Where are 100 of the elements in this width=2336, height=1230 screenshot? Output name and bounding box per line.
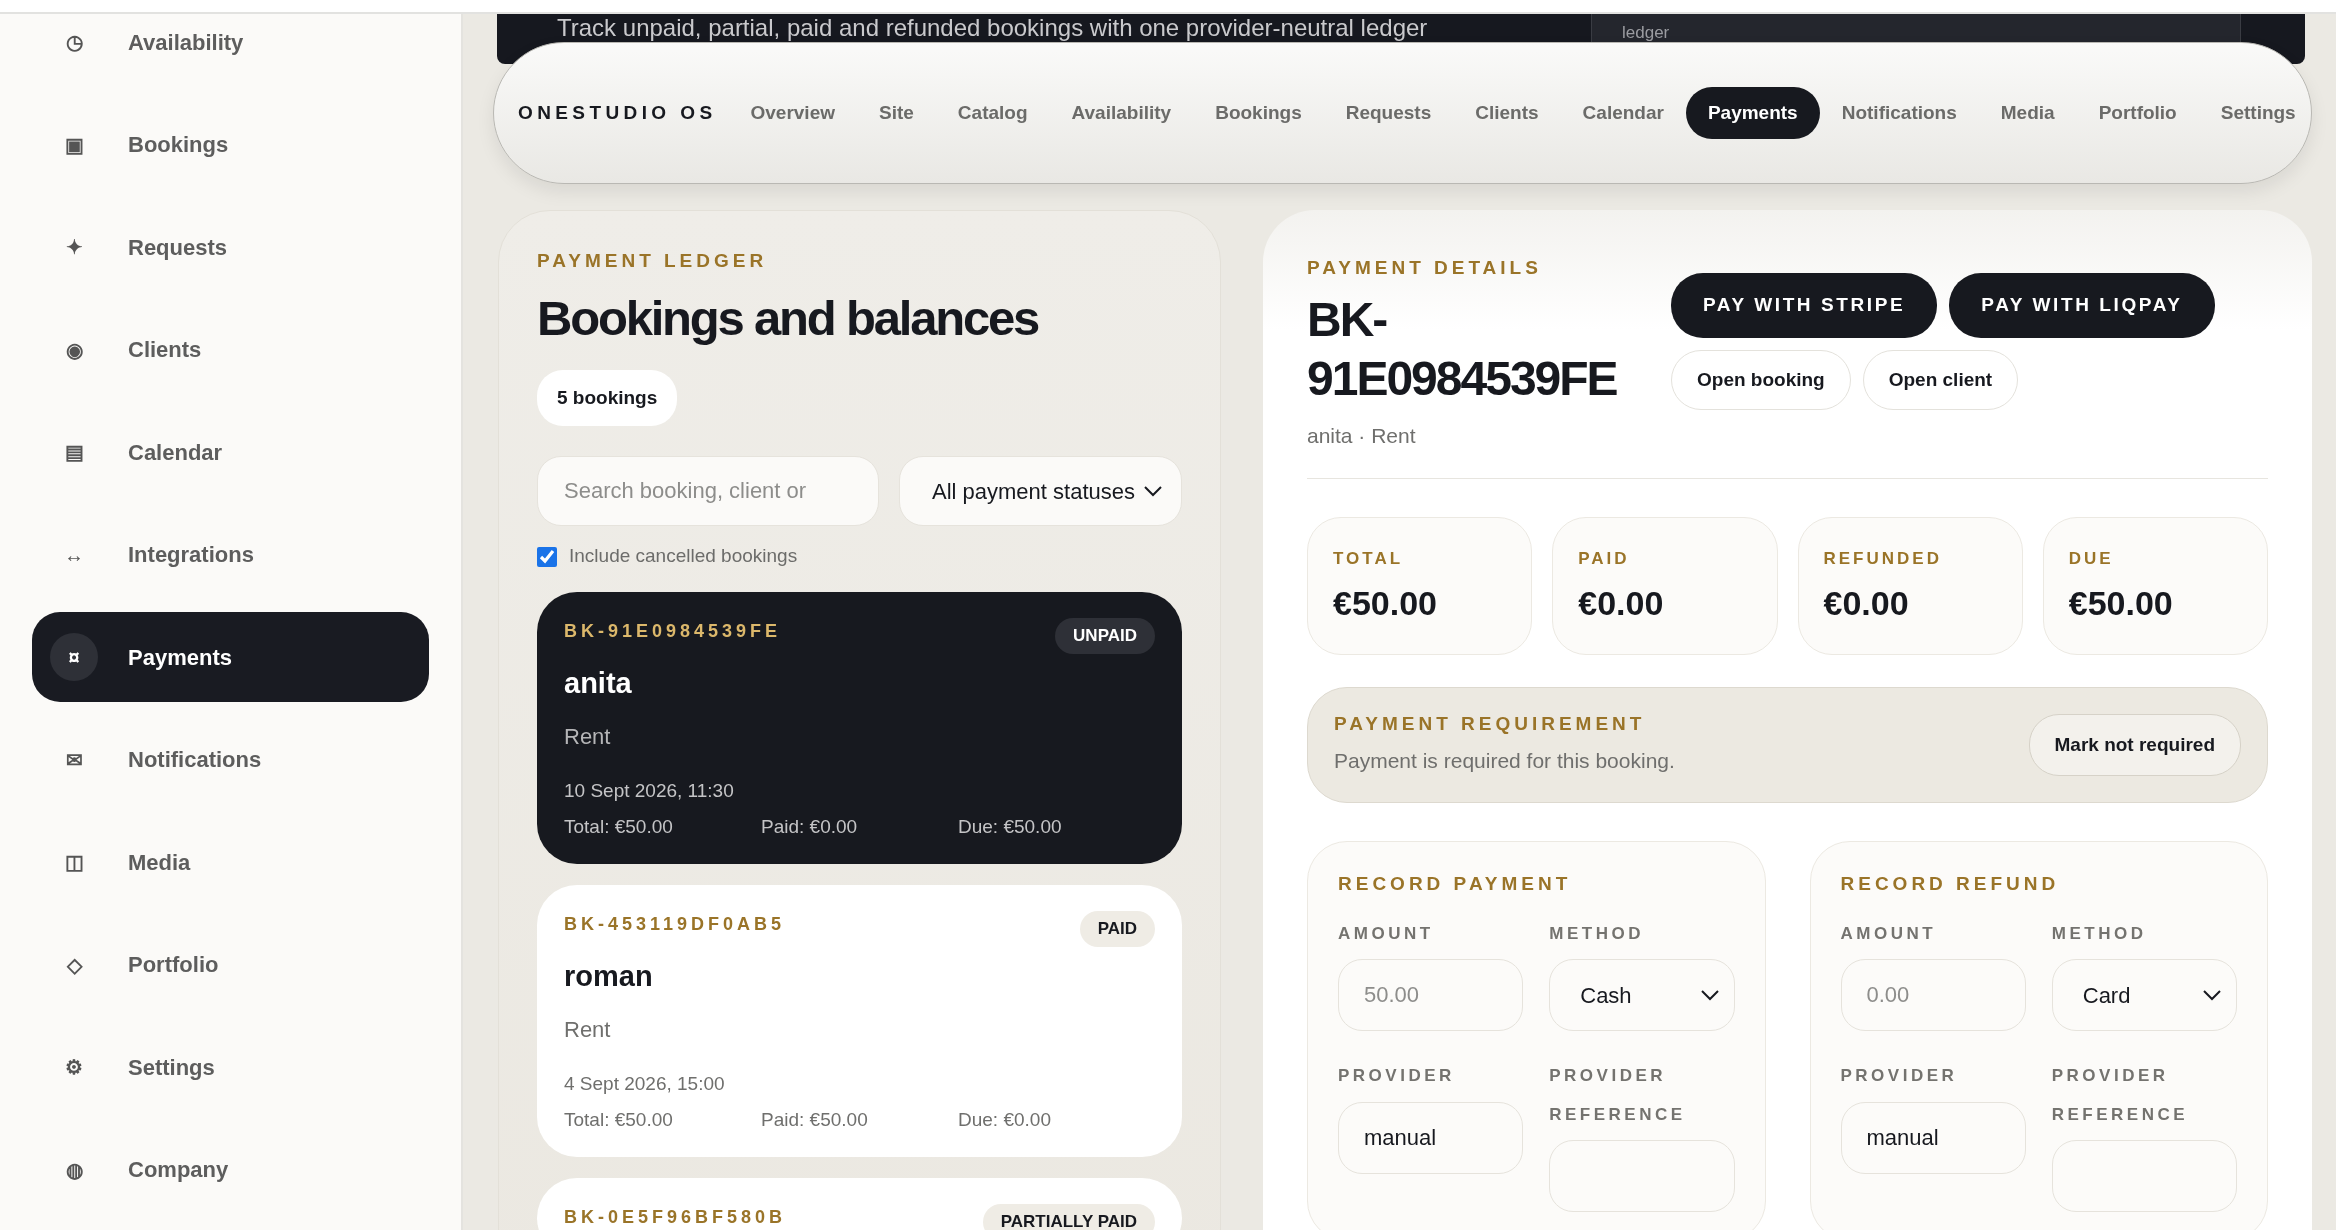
section-eyebrow: PAYMENT REQUIREMENT — [1334, 713, 1647, 733]
nav-tab[interactable]: Requests — [1323, 86, 1454, 140]
nav-tab[interactable]: Bookings — [1193, 86, 1324, 140]
sidebar-icon: ▣ — [50, 120, 98, 169]
client-name: anita — [564, 666, 633, 702]
amount-text: Paid: €50.00 — [761, 1108, 869, 1133]
action-button[interactable]: Open client — [1862, 349, 2019, 410]
sidebar-item[interactable]: ↔ Integrations — [32, 509, 429, 600]
sidebar-item[interactable]: ▣ Bookings — [32, 99, 429, 190]
input-field[interactable]: manual — [1840, 1101, 2026, 1174]
input-field[interactable]: 50.00 — [1338, 959, 1524, 1032]
nav-tab[interactable]: Notifications — [1819, 86, 1979, 140]
sidebar-item[interactable]: ⚙ Settings — [32, 1022, 429, 1112]
booking-subtitle: anita · Rent — [1307, 423, 1417, 450]
sidebar-item[interactable]: ◫ Media — [32, 817, 429, 907]
input-field[interactable]: 0.00 — [1840, 959, 2026, 1032]
amount-text: Due: €50.00 — [958, 815, 1063, 840]
stat-label: DUE — [2068, 547, 2115, 570]
method-select[interactable]: Cash — [1549, 959, 1735, 1032]
checkbox[interactable] — [537, 546, 557, 567]
nav-tab[interactable]: Overview — [728, 86, 857, 140]
section-eyebrow: PAYMENT LEDGER — [537, 251, 769, 270]
section-eyebrow: PAYMENT DETAILS — [1307, 258, 1543, 277]
action-button[interactable]: PAY WITH LIQPAY — [1949, 273, 2215, 338]
sidebar-icon: ◉ — [50, 325, 98, 374]
field-label: PROVIDER REFERENCE — [2051, 1065, 2190, 1126]
sidebar-icon: ◷ — [50, 18, 98, 66]
nav-tab[interactable]: Media — [1978, 86, 2077, 140]
sidebar-icon: ◍ — [50, 1145, 98, 1194]
status-badge: PARTIALLY PAID — [982, 1203, 1155, 1230]
sidebar-icon: ⚙ — [50, 1043, 98, 1091]
nav-tab[interactable]: Site — [857, 86, 936, 140]
sidebar-item[interactable]: ✦ Requests — [32, 202, 429, 292]
nav-tab[interactable]: Payments — [1685, 86, 1820, 140]
nav-tab[interactable]: Portfolio — [2076, 86, 2199, 140]
amount-text: Paid: €0.00 — [761, 815, 859, 840]
nav-tab[interactable]: Catalog — [935, 86, 1050, 140]
sidebar-icon: ¤ — [50, 633, 98, 681]
booking-id: BK-0E5F96BF580B — [564, 1205, 787, 1229]
header-subtitle: Track unpaid, partial, paid and refunded bookings with one provider-neutral ledger — [557, 14, 1428, 43]
nav-tab[interactable]: Calendar — [1560, 86, 1686, 140]
field-label: PROVIDER — [1840, 1065, 1959, 1088]
booking-card[interactable]: BK-0E5F96BF580B PARTIALLY PAID — [537, 1177, 1182, 1230]
field-label: PROVIDER — [1338, 1065, 1456, 1088]
amount-text: Total: €50.00 — [564, 1108, 674, 1133]
sidebar-item[interactable]: ¤ Payments — [32, 612, 429, 702]
search-field[interactable]: Search booking, client or — [537, 456, 879, 527]
sidebar-icon: ✦ — [50, 223, 98, 271]
sidebar-item[interactable]: ◇ Portfolio — [32, 919, 429, 1010]
count-pill: 5 bookings — [537, 369, 678, 427]
chevron-down-icon — [2202, 989, 2222, 1002]
client-name: roman — [564, 959, 654, 995]
requirement-text: Payment is required for this booking. — [1334, 747, 1675, 774]
amount-text: Due: €0.00 — [958, 1108, 1052, 1133]
input-field[interactable] — [1549, 1139, 1735, 1212]
sidebar-item[interactable]: ◷ Availability — [32, 0, 429, 87]
section-title: Bookings and balances — [537, 292, 1040, 346]
nav-tab[interactable]: Clients — [1453, 86, 1561, 140]
form-title: RECORD REFUND — [1840, 874, 2061, 894]
booking-card[interactable]: BK-91E0984539FE UNPAID anita Rent 10 Sept 2026, 11:30 Total: €50.00 Paid: €0.00 Due: €50.00 — [537, 591, 1182, 864]
amount-text: Total: €50.00 — [564, 815, 674, 840]
status-select[interactable]: All payment statuses — [899, 456, 1182, 527]
field-label: METHOD — [2051, 923, 2148, 946]
action-button[interactable]: PAY WITH STRIPE — [1671, 273, 1938, 338]
sidebar-item[interactable]: ▤ Calendar — [32, 407, 429, 497]
status-badge: UNPAID — [1055, 617, 1155, 655]
sidebar-item[interactable]: ◉ Clients — [32, 304, 429, 395]
sidebar-icon: ▤ — [50, 428, 98, 476]
booking-id: BK-91E0984539FE — [564, 619, 782, 643]
field-label: METHOD — [1549, 923, 1645, 946]
sidebar-icon: ↔ — [50, 530, 98, 579]
input-field[interactable]: manual — [1338, 1101, 1524, 1174]
sidebar-icon: ◫ — [50, 838, 98, 886]
stat-label: REFUNDED — [1823, 547, 1943, 570]
sidebar-item[interactable]: ✉ Notifications — [32, 714, 429, 805]
method-select[interactable]: Card — [2051, 959, 2237, 1032]
stat-value: €0.00 — [1578, 585, 1665, 623]
checkbox-label: Include cancelled bookings — [569, 544, 798, 569]
input-field[interactable] — [2051, 1139, 2237, 1212]
status-badge: PAID — [1079, 910, 1155, 948]
booking-id: BK-453119DF0AB5 — [564, 912, 786, 936]
booking-title: BK-91E0984539FE — [1307, 292, 1618, 407]
field-label: PROVIDER REFERENCE — [1549, 1065, 1687, 1126]
chevron-down-icon — [1143, 485, 1163, 498]
sidebar-item[interactable]: ◍ Company — [32, 1124, 429, 1215]
field-label: AMOUNT — [1840, 923, 1938, 946]
action-button[interactable]: Open booking — [1671, 349, 1851, 410]
nav-tab[interactable]: Availability — [1049, 86, 1194, 140]
chevron-down-icon — [1699, 989, 1720, 1002]
stat-value: €50.00 — [2068, 585, 2174, 623]
field-label: AMOUNT — [1338, 923, 1435, 946]
nav-tab[interactable]: Settings — [2198, 86, 2318, 140]
mark-button[interactable]: Mark not required — [2028, 713, 2241, 777]
brand-logo: ONESTUDIO OS — [518, 100, 717, 125]
form-title: RECORD PAYMENT — [1338, 874, 1573, 894]
service-name: Rent — [564, 1015, 612, 1044]
stat-label: TOTAL — [1333, 547, 1405, 570]
stat-label: PAID — [1578, 547, 1631, 570]
booking-card[interactable]: BK-453119DF0AB5 PAID roman Rent 4 Sept 2026, 15:00 Total: €50.00 Paid: €50.00 Due: €0.00 — [537, 884, 1182, 1157]
service-name: Rent — [564, 722, 612, 751]
